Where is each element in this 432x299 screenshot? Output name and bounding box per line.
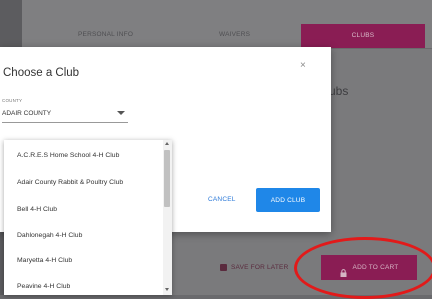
club-option[interactable]: Maryetta 4-H Club — [17, 257, 72, 264]
add-club-button[interactable]: ADD CLUB — [256, 188, 320, 212]
scroll-up-icon[interactable] — [165, 142, 169, 145]
club-option[interactable]: A.C.R.E.S Home School 4-H Club — [17, 152, 119, 159]
save-for-later-button[interactable]: SAVE FOR LATER — [220, 260, 288, 274]
scrollbar-thumb[interactable] — [164, 150, 170, 207]
dropdown-scrollbar[interactable] — [163, 140, 172, 295]
club-option[interactable]: Dahlonegah 4-H Club — [17, 232, 82, 239]
cancel-button[interactable]: CANCEL — [208, 196, 236, 203]
annotation-circle — [294, 237, 432, 299]
dialog-title: Choose a Club — [3, 67, 80, 79]
step-personal-info[interactable]: PERSONAL INFO — [78, 31, 133, 38]
club-option[interactable]: Adair County Rabbit & Poultry Club — [17, 179, 123, 186]
step-clubs-label: CLUBS — [351, 32, 375, 39]
floppy-disk-icon — [220, 263, 227, 271]
scroll-down-icon[interactable] — [165, 288, 169, 291]
county-select[interactable]: ADAIR COUNTY — [2, 110, 51, 117]
club-option[interactable]: Peavine 4-H Club — [17, 283, 70, 290]
step-waivers[interactable]: WAIVERS — [219, 31, 250, 38]
close-icon[interactable]: × — [300, 60, 306, 71]
save-for-later-label: SAVE FOR LATER — [231, 263, 289, 271]
background-section-title: ubs — [329, 84, 349, 98]
club-dropdown-list: A.C.R.E.S Home School 4-H Club Adair Cou… — [4, 140, 172, 295]
county-field-label: COUNTY — [2, 98, 23, 103]
county-field-underline — [2, 122, 128, 123]
caret-down-icon[interactable] — [117, 111, 125, 115]
club-option[interactable]: Bell 4-H Club — [17, 206, 57, 213]
step-clubs[interactable]: CLUBS — [301, 24, 425, 48]
